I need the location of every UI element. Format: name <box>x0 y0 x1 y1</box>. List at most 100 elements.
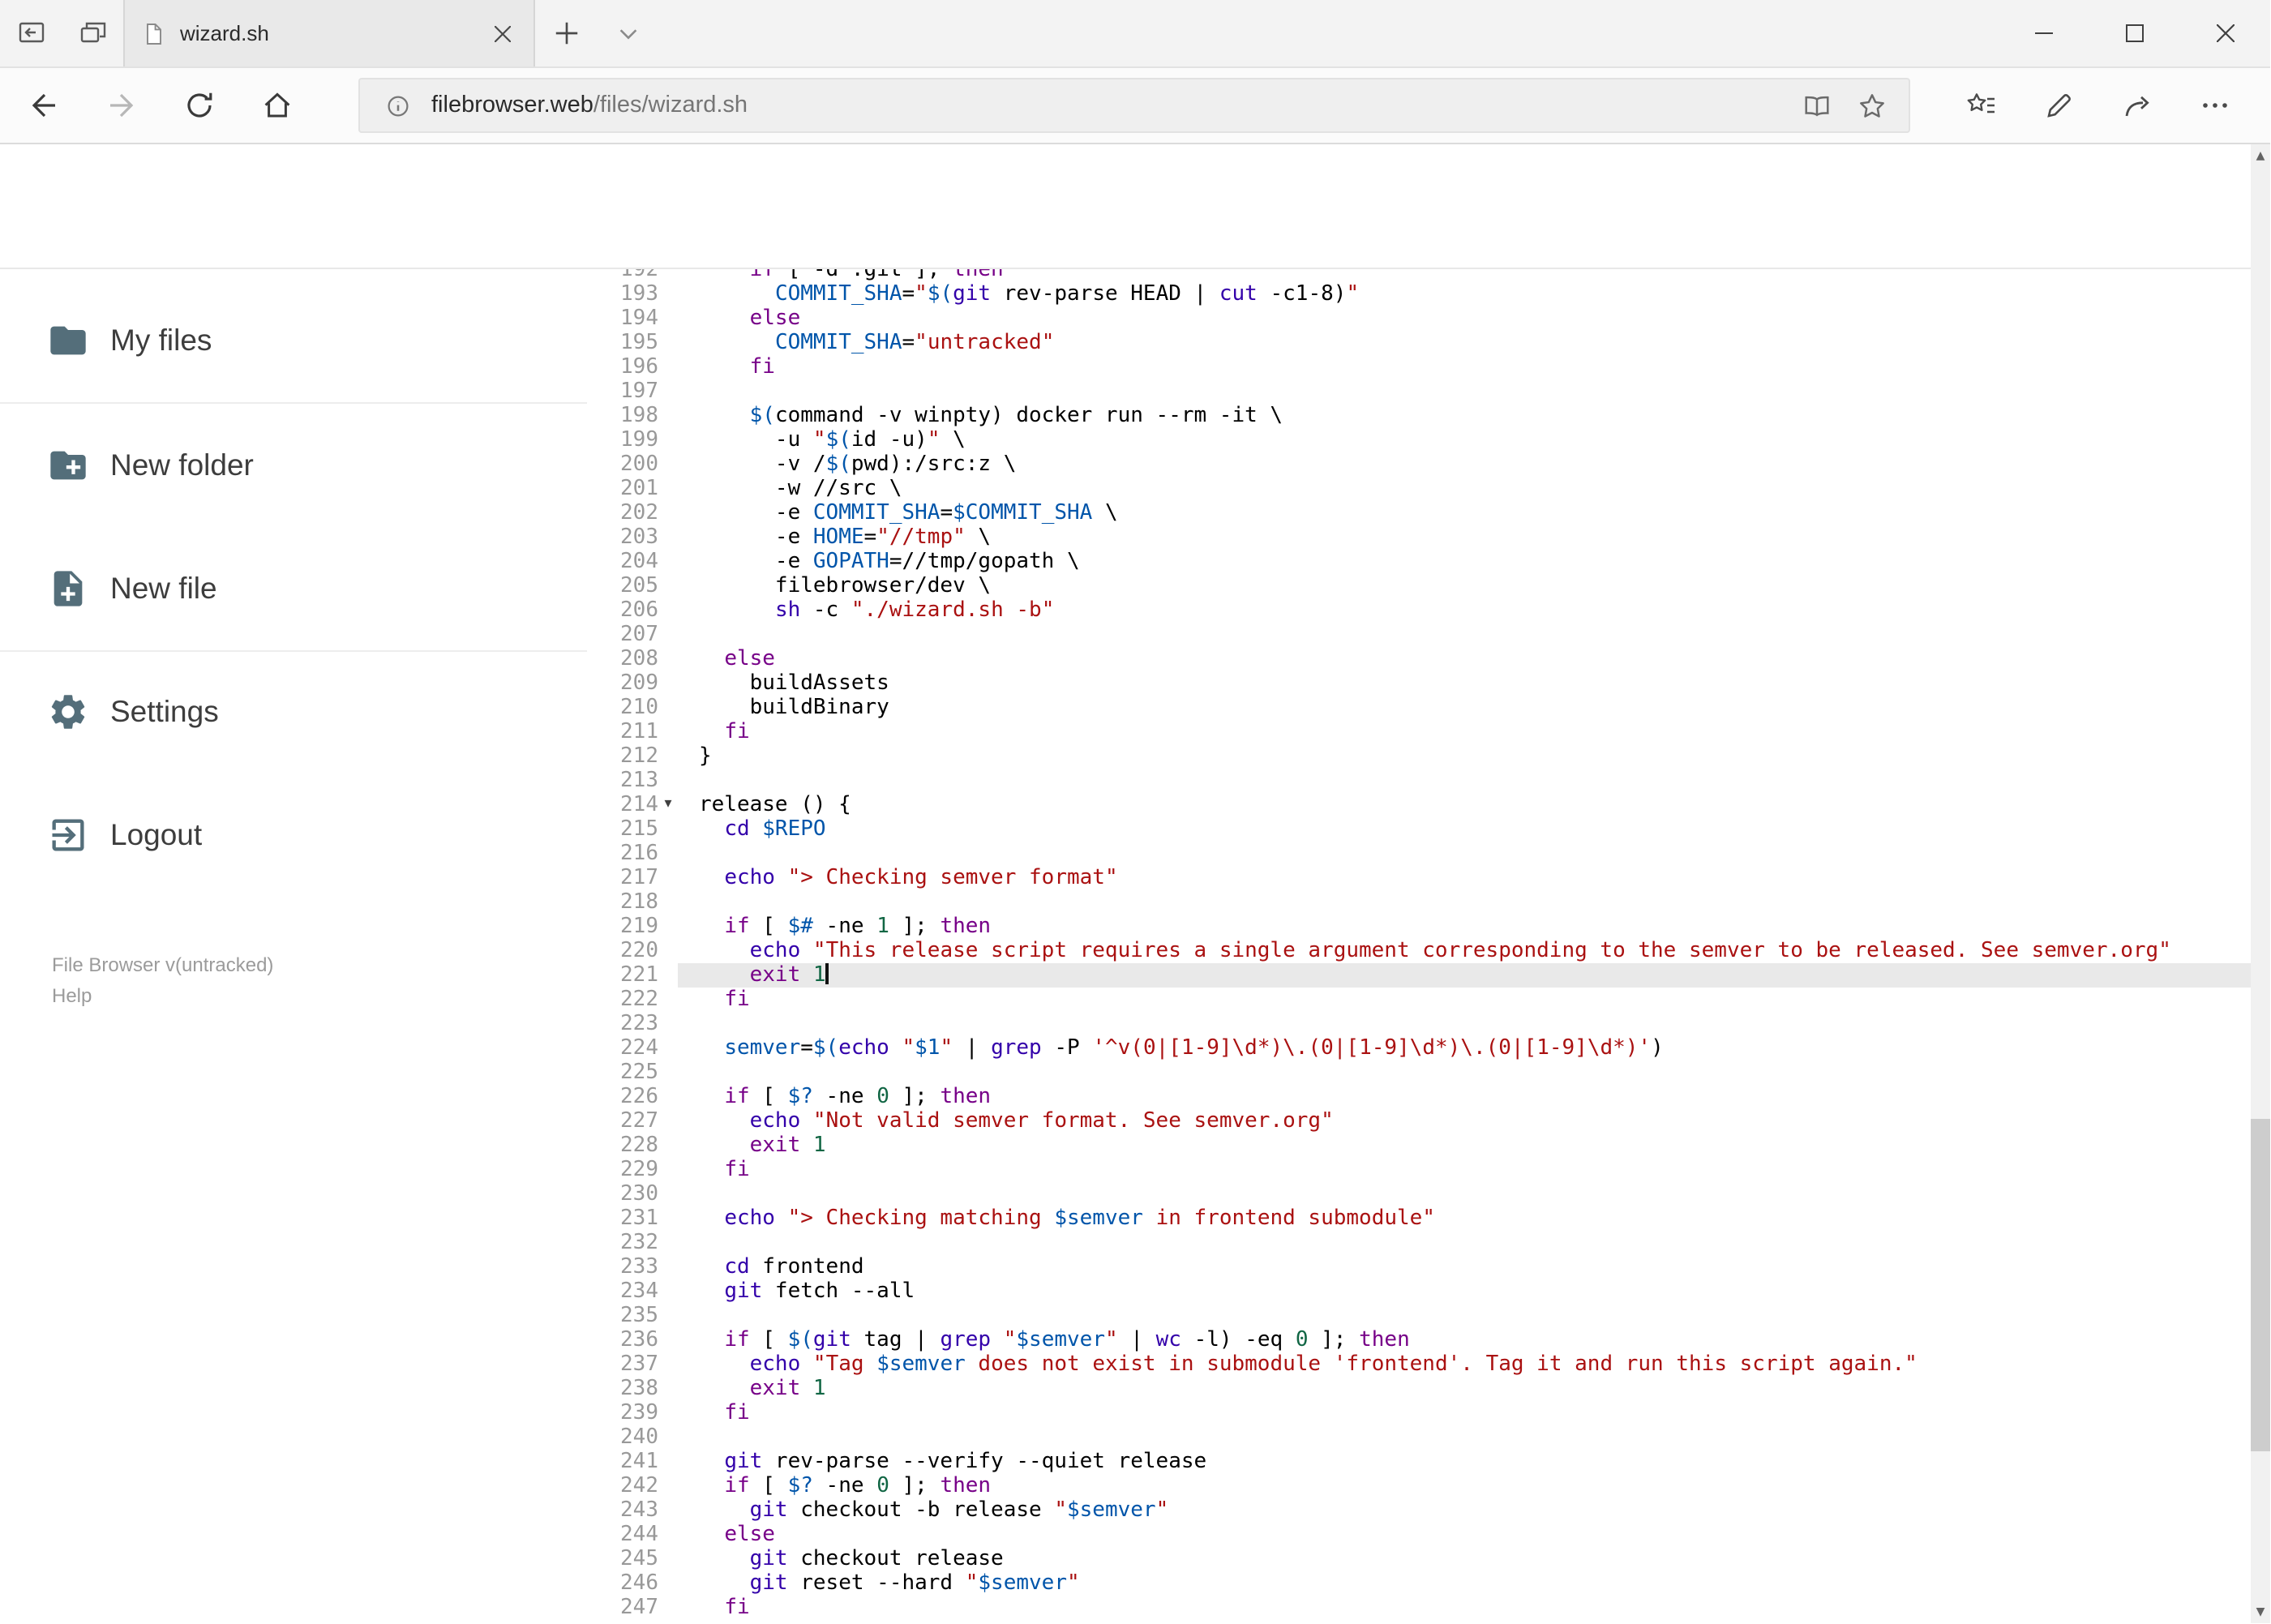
maximize-button[interactable] <box>2089 0 2179 66</box>
code-line[interactable]: 195 COMMIT_SHA="untracked" <box>587 331 2251 355</box>
code-line[interactable]: 194 else <box>587 306 2251 331</box>
code-text: -v /$(pwd):/src:z \ <box>699 452 1017 477</box>
code-line[interactable]: 230 <box>587 1182 2251 1206</box>
favorites-hub-icon[interactable] <box>1943 73 2020 138</box>
code-editor[interactable]: 192 if [ -d .git ]; then 193 COMMIT_SHA="… <box>587 269 2251 1623</box>
tabs-preview-icon[interactable] <box>62 0 123 66</box>
home-button[interactable] <box>238 73 316 138</box>
fold-marker-icon[interactable]: ▾ <box>658 793 678 817</box>
code-text: cd $REPO <box>724 817 826 842</box>
code-text: git checkout release <box>749 1547 1004 1571</box>
code-line[interactable]: 231 echo "> Checking matching $semver in… <box>587 1206 2251 1231</box>
back-button[interactable] <box>5 73 83 138</box>
code-line[interactable]: 218 <box>587 890 2251 915</box>
sidebar-item-logout[interactable]: Logout <box>0 799 587 871</box>
code-line[interactable]: 201 -w //src \ <box>587 477 2251 501</box>
code-line[interactable]: 240 <box>587 1425 2251 1450</box>
code-line[interactable]: 213 <box>587 769 2251 793</box>
code-line[interactable]: 206 sh -c "./wizard.sh -b" <box>587 598 2251 623</box>
code-line[interactable]: 199 -u "$(id -u)" \ <box>587 428 2251 452</box>
code-line[interactable]: 214 ▾ release () { <box>587 793 2251 817</box>
code-line[interactable]: 247 fi <box>587 1596 2251 1620</box>
code-line[interactable]: 234 git fetch --all <box>587 1279 2251 1304</box>
code-line[interactable]: 198 $(command -v winpty) docker run --rm… <box>587 404 2251 428</box>
code-line[interactable]: 221 exit 1 <box>587 963 2251 988</box>
code-line[interactable]: 235 <box>587 1304 2251 1328</box>
sidebar-item-settings[interactable]: Settings <box>0 676 587 748</box>
set-tabs-aside-icon[interactable] <box>0 0 62 66</box>
site-info-icon[interactable] <box>370 81 425 130</box>
code-line[interactable]: 242 if [ $? -ne 0 ]; then <box>587 1474 2251 1498</box>
code-line[interactable]: 211 fi <box>587 720 2251 744</box>
new-tab-button[interactable] <box>535 0 597 66</box>
code-line[interactable]: 223 <box>587 1012 2251 1036</box>
code-line[interactable]: 208 else <box>587 647 2251 671</box>
code-line[interactable]: 212} <box>587 744 2251 769</box>
code-line[interactable]: 200 -v /$(pwd):/src:z \ <box>587 452 2251 477</box>
sidebar-item-new-folder[interactable]: New folder <box>0 430 587 501</box>
fold-gutter <box>658 1036 678 1061</box>
fold-gutter <box>658 404 678 428</box>
code-line[interactable]: 202 -e COMMIT_SHA=$COMMIT_SHA \ <box>587 501 2251 525</box>
code-line[interactable]: 236 if [ $(git tag | grep "$semver" | wc… <box>587 1328 2251 1352</box>
page-scrollbar[interactable]: ▲ ▼ <box>2251 144 2270 1623</box>
code-line[interactable]: 209 buildAssets <box>587 671 2251 696</box>
minimize-button[interactable] <box>1998 0 2089 66</box>
favorite-star-icon[interactable] <box>1844 81 1899 130</box>
browser-tab[interactable]: wizard.sh <box>123 0 535 66</box>
code-line[interactable]: 225 <box>587 1061 2251 1085</box>
code-line[interactable]: 196 fi <box>587 355 2251 379</box>
refresh-button[interactable] <box>161 73 238 138</box>
code-text: else <box>724 1523 775 1547</box>
code-line[interactable]: 243 git checkout -b release "$semver" <box>587 1498 2251 1523</box>
code-line[interactable]: 204 -e GOPATH=//tmp/gopath \ <box>587 550 2251 574</box>
code-line[interactable]: 207 <box>587 623 2251 647</box>
line-number: 226 <box>620 1085 658 1109</box>
code-line[interactable]: 216 <box>587 842 2251 866</box>
sidebar-item-my-files[interactable]: My files <box>0 305 587 376</box>
code-line[interactable]: 222 fi <box>587 988 2251 1012</box>
code-line[interactable]: 244 else <box>587 1523 2251 1547</box>
scrollbar-down-icon[interactable]: ▼ <box>2251 1600 2270 1623</box>
code-line[interactable]: 229 fi <box>587 1158 2251 1182</box>
address-bar[interactable]: filebrowser.web/files/wizard.sh <box>358 78 1910 133</box>
code-line[interactable]: 193 COMMIT_SHA="$(git rev-parse HEAD | c… <box>587 282 2251 306</box>
forward-button[interactable] <box>83 73 161 138</box>
code-line[interactable]: 241 git rev-parse --verify --quiet relea… <box>587 1450 2251 1474</box>
more-options-icon[interactable] <box>2176 73 2254 138</box>
line-number: 228 <box>620 1133 658 1158</box>
code-line[interactable]: 220 echo "This release script requires a… <box>587 939 2251 963</box>
code-line[interactable]: 245 git checkout release <box>587 1547 2251 1571</box>
annotate-pen-icon[interactable] <box>2020 73 2098 138</box>
code-line[interactable]: 233 cd frontend <box>587 1255 2251 1279</box>
code-line[interactable]: 224 semver=$(echo "$1" | grep -P '^v(0|[… <box>587 1036 2251 1061</box>
code-line[interactable]: 210 buildBinary <box>587 696 2251 720</box>
code-line[interactable]: 228 exit 1 <box>587 1133 2251 1158</box>
code-line[interactable]: 217 echo "> Checking semver format" <box>587 866 2251 890</box>
tab-close-icon[interactable] <box>488 19 517 48</box>
code-line[interactable]: 226 if [ $? -ne 0 ]; then <box>587 1085 2251 1109</box>
code-line[interactable]: 227 echo "Not valid semver format. See s… <box>587 1109 2251 1133</box>
code-line[interactable]: 205 filebrowser/dev \ <box>587 574 2251 598</box>
code-line[interactable]: 232 <box>587 1231 2251 1255</box>
code-line[interactable]: 239 fi <box>587 1401 2251 1425</box>
code-line[interactable]: 237 echo "Tag $semver does not exist in … <box>587 1352 2251 1377</box>
code-line[interactable]: 203 -e HOME="//tmp" \ <box>587 525 2251 550</box>
scrollbar-thumb[interactable] <box>2251 1119 2270 1451</box>
scrollbar-up-icon[interactable]: ▲ <box>2251 144 2270 167</box>
code-line[interactable]: 192 if [ -d .git ]; then <box>587 269 2251 282</box>
code-line[interactable]: 215 cd $REPO <box>587 817 2251 842</box>
code-line[interactable]: 219 if [ $# -ne 1 ]; then <box>587 915 2251 939</box>
close-button[interactable] <box>2179 0 2270 66</box>
tab-list-chevron-icon[interactable] <box>597 0 658 66</box>
reading-view-icon[interactable] <box>1789 81 1844 130</box>
share-icon[interactable] <box>2098 73 2176 138</box>
sidebar-item-new-file[interactable]: New file <box>0 553 587 624</box>
code-line[interactable]: 246 git reset --hard "$semver" <box>587 1571 2251 1596</box>
code-line[interactable]: 238 exit 1 <box>587 1377 2251 1401</box>
code-line[interactable]: 197 <box>587 379 2251 404</box>
code-text: exit 1 <box>749 1377 826 1401</box>
fold-gutter <box>658 282 678 306</box>
help-link[interactable]: Help <box>52 981 273 1012</box>
